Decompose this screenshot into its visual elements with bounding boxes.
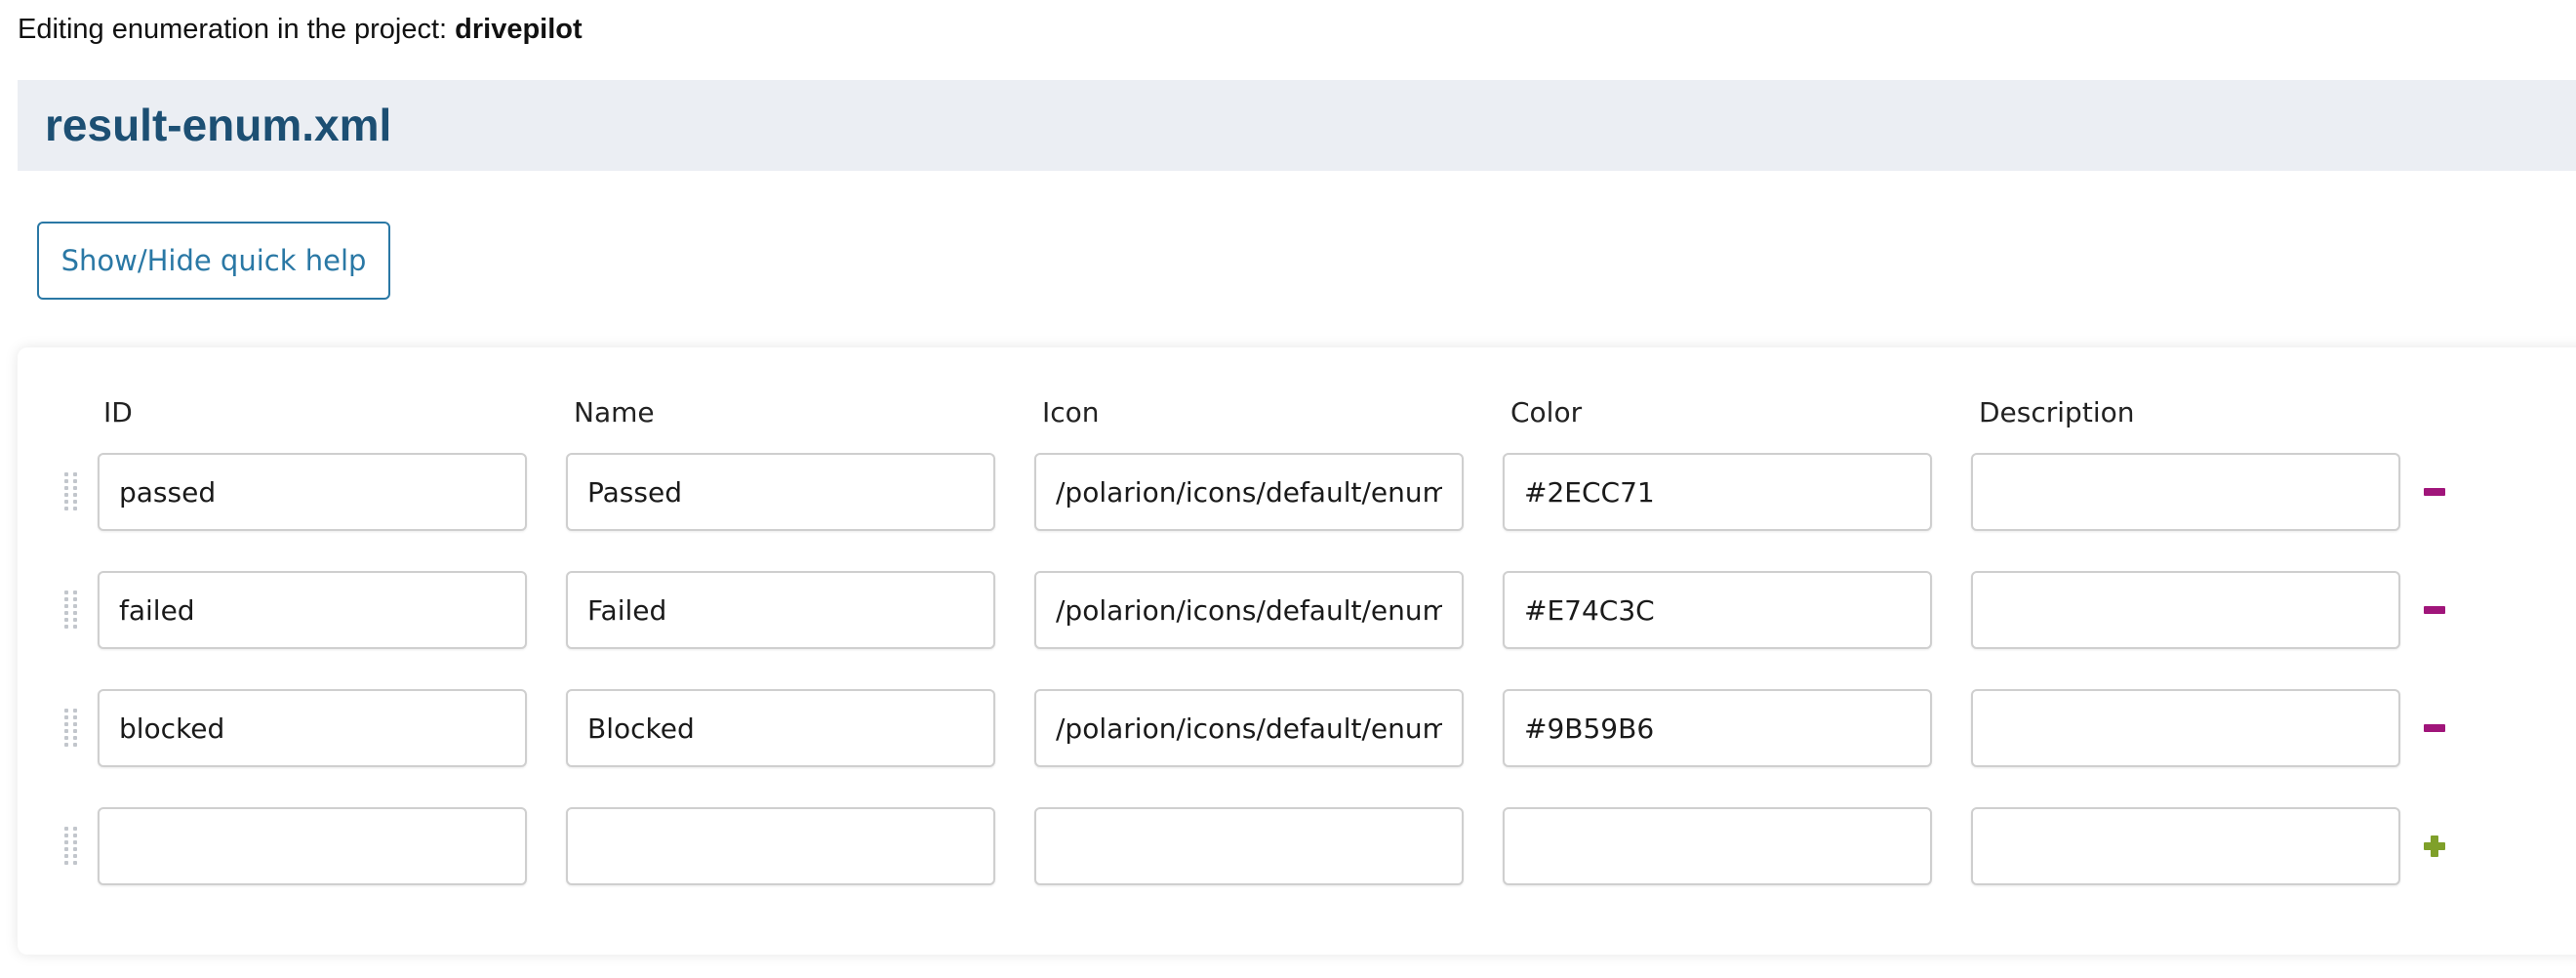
- column-header-color: Color: [1510, 396, 1583, 428]
- new-enum-option-row: [0, 807, 2576, 885]
- option-id-input[interactable]: [98, 571, 527, 649]
- option-icon-input[interactable]: [1034, 571, 1464, 649]
- minus-icon[interactable]: [2424, 724, 2445, 732]
- enum-option-row: [0, 689, 2576, 767]
- option-name-input[interactable]: [566, 807, 995, 885]
- option-name-input[interactable]: [566, 453, 995, 531]
- option-id-input[interactable]: [98, 453, 527, 531]
- column-header-description: Description: [1979, 396, 2135, 428]
- option-description-input[interactable]: [1971, 571, 2400, 649]
- option-description-input[interactable]: [1971, 807, 2400, 885]
- option-id-input[interactable]: [98, 689, 527, 767]
- enum-option-row: [0, 453, 2576, 531]
- quick-help-toggle-button[interactable]: Show/Hide quick help: [37, 222, 390, 300]
- option-id-input[interactable]: [98, 807, 527, 885]
- minus-icon[interactable]: [2424, 606, 2445, 614]
- column-header-icon: Icon: [1042, 396, 1100, 428]
- plus-icon[interactable]: [2424, 835, 2445, 857]
- drag-handle-icon[interactable]: [64, 827, 80, 866]
- page-title: result-enum.xml: [45, 100, 392, 150]
- enum-option-row: [0, 571, 2576, 649]
- option-color-input[interactable]: [1503, 453, 1932, 531]
- option-description-input[interactable]: [1971, 689, 2400, 767]
- project-label: Editing enumeration in the project:: [18, 14, 456, 45]
- project-context-line: Editing enumeration in the project: driv…: [18, 14, 583, 46]
- drag-handle-icon[interactable]: [64, 472, 80, 511]
- option-icon-input[interactable]: [1034, 689, 1464, 767]
- drag-handle-icon[interactable]: [64, 709, 80, 748]
- project-name: drivepilot: [455, 14, 583, 45]
- enum-editor-page: Editing enumeration in the project: driv…: [0, 0, 2576, 978]
- option-description-input[interactable]: [1971, 453, 2400, 531]
- option-color-input[interactable]: [1503, 807, 1932, 885]
- title-bar: result-enum.xml: [18, 80, 2576, 171]
- drag-handle-icon[interactable]: [64, 591, 80, 630]
- option-icon-input[interactable]: [1034, 807, 1464, 885]
- option-color-input[interactable]: [1503, 571, 1932, 649]
- option-name-input[interactable]: [566, 689, 995, 767]
- column-header-name: Name: [574, 396, 655, 428]
- option-icon-input[interactable]: [1034, 453, 1464, 531]
- column-header-id: ID: [103, 396, 133, 428]
- minus-icon[interactable]: [2424, 488, 2445, 496]
- option-color-input[interactable]: [1503, 689, 1932, 767]
- option-name-input[interactable]: [566, 571, 995, 649]
